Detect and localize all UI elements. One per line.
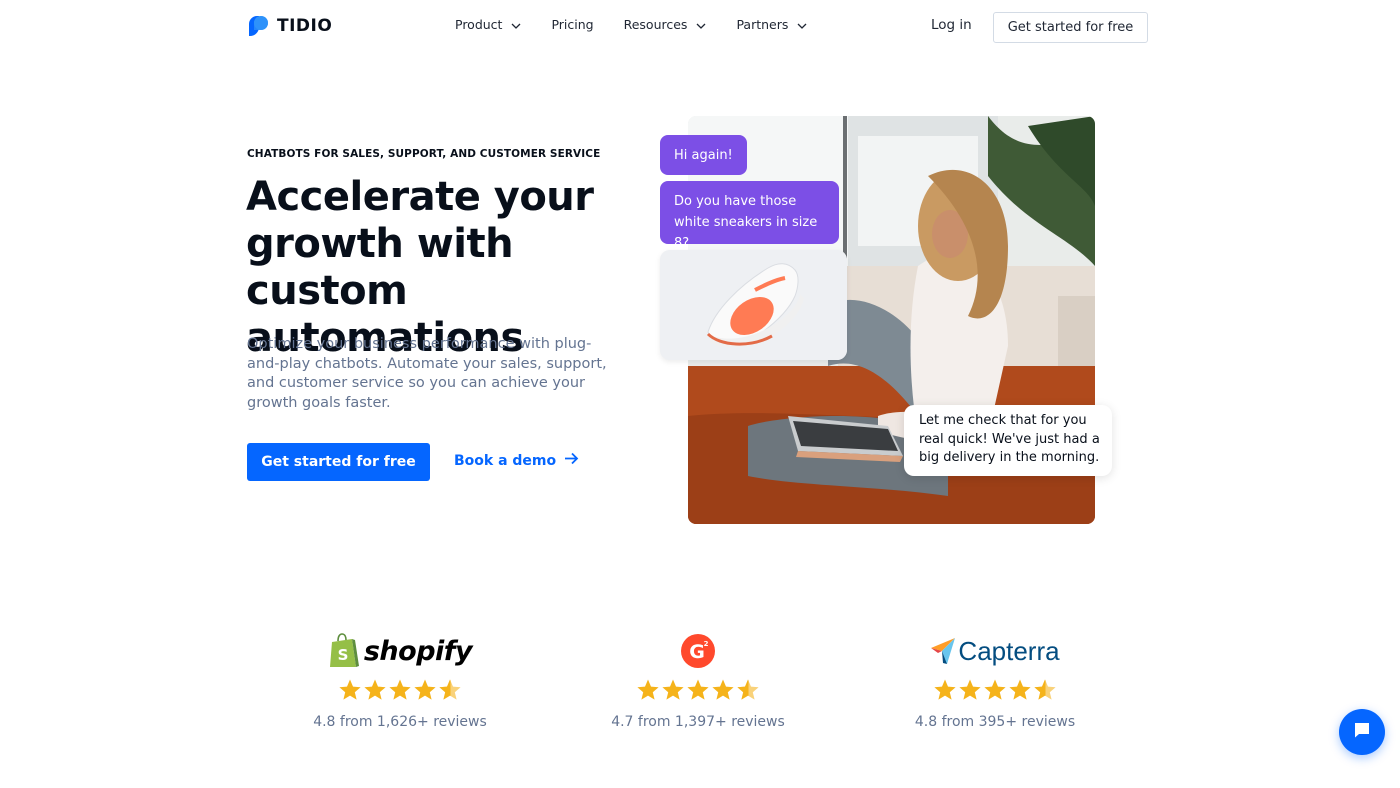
shopify-bag-icon: S	[329, 633, 359, 667]
chat-bubble-reply: Let me check that for you real quick! We…	[904, 405, 1112, 476]
header-get-started-button[interactable]: Get started for free	[993, 12, 1148, 43]
star-icon	[661, 678, 685, 702]
g2-letter: G	[689, 641, 705, 663]
product-card-sneaker	[660, 250, 847, 360]
nav-item-label: Product	[455, 17, 503, 32]
main-nav: Product Pricing Resources Partners	[455, 17, 837, 32]
hero-subtitle: Optimize your business performance with …	[247, 336, 607, 411]
star-icon	[711, 678, 735, 702]
star-icon	[983, 678, 1007, 702]
star-icon	[958, 678, 982, 702]
shopify-logo[interactable]: S shopify	[328, 630, 473, 672]
chat-bubble-icon	[1353, 721, 1371, 743]
book-demo-link[interactable]: Book a demo	[454, 452, 579, 469]
star-rating	[933, 678, 1058, 702]
star-icon	[636, 678, 660, 702]
tidio-logo-icon	[249, 16, 268, 36]
svg-text:2: 2	[704, 640, 709, 648]
g2-logo[interactable]: G 2	[680, 630, 716, 672]
review-summary: 4.7 from 1,397+ reviews	[611, 714, 785, 730]
tidio-logo[interactable]: TIDIO	[247, 14, 332, 38]
shopify-wordmark: shopify	[363, 635, 473, 667]
g2-logo-icon: G 2	[681, 634, 715, 668]
star-half-icon	[438, 678, 462, 702]
review-shopify: S shopify 4.8 from 1,626+ reviews	[250, 630, 550, 730]
hero-eyebrow: CHATBOTS FOR SALES, SUPPORT, AND CUSTOME…	[247, 148, 601, 160]
nav-item-partners[interactable]: Partners	[736, 17, 807, 32]
login-link[interactable]: Log in	[931, 17, 972, 33]
nav-item-product[interactable]: Product	[455, 17, 521, 32]
star-rating	[636, 678, 761, 702]
nav-item-label: Partners	[736, 17, 789, 32]
star-icon	[413, 678, 437, 702]
capterra-wordmark: Capterra	[958, 635, 1060, 666]
site-header: TIDIO Product Pricing Resources Partners…	[0, 0, 1400, 54]
star-icon	[686, 678, 710, 702]
logo-wordmark: TIDIO	[277, 16, 333, 36]
capterra-logo[interactable]: Capterra	[930, 630, 1060, 672]
chevron-down-icon	[511, 17, 521, 32]
chat-bubble-greeting: Hi again!	[660, 135, 747, 175]
nav-item-pricing[interactable]: Pricing	[551, 17, 593, 32]
star-half-icon	[736, 678, 760, 702]
book-demo-label: Book a demo	[454, 452, 557, 469]
star-half-icon	[1033, 678, 1057, 702]
arrow-right-icon	[564, 452, 579, 469]
star-icon	[388, 678, 412, 702]
star-rating	[338, 678, 463, 702]
star-icon	[363, 678, 387, 702]
review-g2: G 2 4.7 from 1,397+ reviews	[548, 630, 848, 730]
chat-launcher-button[interactable]	[1339, 709, 1385, 755]
chat-bubble-question: Do you have those white sneakers in size…	[660, 181, 839, 251]
svg-text:S: S	[337, 646, 348, 664]
nav-item-label: Resources	[623, 17, 688, 32]
nav-item-label: Pricing	[551, 17, 594, 32]
star-icon	[338, 678, 362, 702]
star-icon	[1008, 678, 1032, 702]
star-icon	[933, 678, 957, 702]
review-capterra: Capterra 4.8 from 395+ reviews	[845, 630, 1145, 731]
review-summary: 4.8 from 395+ reviews	[914, 714, 1076, 730]
get-started-button[interactable]: Get started for free	[247, 443, 430, 481]
review-summary: 4.8 from 1,626+ reviews	[313, 714, 487, 730]
chevron-down-icon	[797, 17, 807, 32]
nav-item-resources[interactable]: Resources	[624, 17, 707, 32]
hero-title: Accelerate your growth with custom autom…	[246, 174, 594, 361]
capterra-arrow-icon	[931, 638, 956, 664]
sneaker-image	[660, 250, 847, 360]
chevron-down-icon	[696, 17, 706, 32]
